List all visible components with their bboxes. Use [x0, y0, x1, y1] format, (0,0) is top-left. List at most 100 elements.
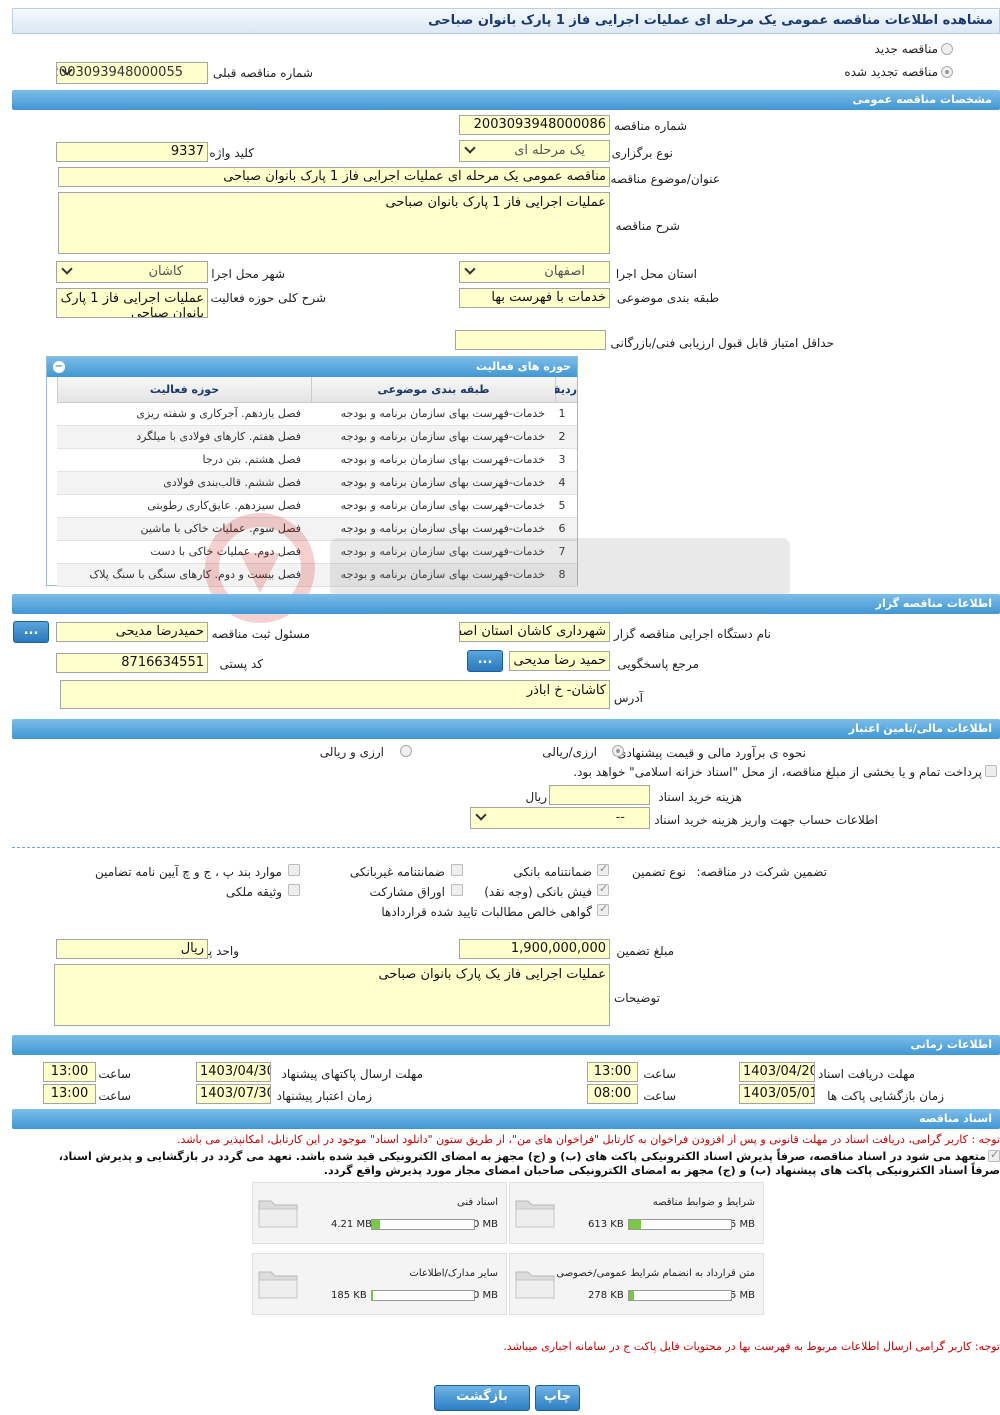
postal-field[interactable]: 8716634551: [56, 653, 208, 673]
registrar-lookup-button[interactable]: ...: [13, 621, 49, 643]
pledge-line-2: صرفاً اسناد الکترونیکی پاکت های پیشنهاد …: [323, 1164, 1000, 1177]
open-time-field[interactable]: 08:00: [587, 1084, 638, 1104]
currency-field[interactable]: ریال: [56, 939, 208, 959]
min-score-field[interactable]: [455, 330, 606, 350]
registrar-field[interactable]: حمیدرضا مدیحی: [56, 622, 208, 642]
city-label: شهر محل اجرا: [211, 267, 285, 281]
submit-time-field[interactable]: 13:00: [43, 1062, 96, 1082]
guarantee-amount-field[interactable]: 1,900,000,000: [459, 939, 610, 959]
min-score-label: حداقل امتیاز قابل قبول ارزیابی فنی/بازرگ…: [610, 336, 834, 350]
document-card[interactable]: متن قرارداد به انضمام شرایط عمومی/خصوصی 5…: [509, 1253, 764, 1315]
chk-receivables[interactable]: [597, 902, 609, 916]
org-field[interactable]: شهرداری کاشان استان اصفهان: [459, 622, 610, 642]
valid-date-field[interactable]: 1403/07/30: [196, 1084, 271, 1104]
chk-bonds[interactable]: [451, 884, 463, 896]
documents-note: توجه : کاربر گرامی، دریافت اسناد در مهلت…: [176, 1133, 1000, 1146]
holding-type-select[interactable]: یک مرحله ای: [459, 140, 610, 162]
keyword-label: کلید واژه: [209, 146, 254, 160]
radio-mixed[interactable]: [400, 745, 412, 757]
col-row-header: ردیف: [548, 377, 577, 403]
row-category: خدمات-فهرست بهای سازمان برنامه و بودجه: [340, 407, 545, 420]
account-select[interactable]: --: [470, 807, 650, 829]
price-list-note: توجه: کاربر گرامی ارسال اطلاعات مربوط به…: [503, 1340, 1000, 1353]
estimate-label: نحوه ی برآورد مالی و قیمت پیشنهادی: [617, 746, 806, 760]
document-card[interactable]: سایر مدارک/اطلاعات 50 MB 185 KB: [252, 1253, 507, 1315]
document-card[interactable]: اسناد فنی 50 MB 4.21 MB: [252, 1182, 507, 1244]
pledge-checkbox[interactable]: [988, 1148, 1000, 1162]
property-label: وثیقه ملکی: [225, 885, 282, 899]
activity-desc-field[interactable]: عملیات اجرایی فاز 1 پارک بانوان صباحی: [56, 288, 208, 318]
treasury-checkbox[interactable]: [985, 765, 997, 777]
chk-clauses[interactable]: [288, 864, 300, 876]
receive-time-field[interactable]: 13:00: [587, 1062, 638, 1082]
document-size: 613 KB: [588, 1219, 624, 1230]
valid-label: زمان اعتبار پیشنهاد: [276, 1089, 372, 1103]
bonds-label: اوراق مشارکت: [369, 885, 445, 899]
city-select[interactable]: کاشان: [56, 261, 208, 283]
registrar-label: مسئول ثبت مناقصه: [211, 627, 310, 641]
holding-type-label: نوع برگزاری: [611, 146, 673, 160]
chevron-down-icon: [464, 263, 476, 275]
section-documents: اسناد مناقصه: [12, 1109, 1000, 1129]
upload-progress-bar: [371, 1219, 475, 1230]
valid-time-label: ساعت: [98, 1089, 131, 1103]
receive-label: مهلت دریافت اسناد: [817, 1067, 915, 1081]
guarantee-desc-field[interactable]: عملیات اجرایی فاز یک پارک بانوان صباحی: [54, 964, 610, 1026]
prev-number-select[interactable]: 2003093948000055: [56, 62, 208, 84]
nonbank-guarantee-label: ضمانتنامه غیربانکی: [349, 865, 445, 879]
table-row: 2 خدمات-فهرست بهای سازمان برنامه و بودجه ف…: [57, 426, 577, 449]
ref-field[interactable]: حمید رضا مدیحی: [509, 651, 610, 671]
chk-nonbank-guarantee[interactable]: [451, 864, 463, 876]
holding-type-value: یک مرحله ای: [514, 143, 585, 158]
chk-property[interactable]: [288, 884, 300, 896]
renewed-tender-label: مناقصه تجدید شده: [844, 65, 938, 79]
category-field[interactable]: خدمات با فهرست بها: [459, 288, 610, 308]
radio-new-tender[interactable]: [941, 43, 953, 55]
guarantee-amount-label: مبلغ تضمین: [616, 944, 674, 958]
receivables-label: گواهی خالص مطالبات تایید شده قراردادها: [381, 905, 592, 919]
radio-rial-label: ارزی/ریالی: [542, 745, 597, 759]
chk-bank-guarantee[interactable]: [597, 862, 609, 876]
account-value: --: [615, 810, 625, 825]
chevron-down-icon: [475, 809, 487, 821]
tender-number-field[interactable]: 2003093948000086: [459, 115, 610, 135]
upload-progress-bar: [628, 1290, 732, 1301]
tender-number-label: شماره مناقصه: [614, 119, 687, 133]
section-organizer: اطلاعات مناقصه گزار: [12, 594, 1000, 614]
submit-time-label: ساعت: [98, 1067, 131, 1081]
address-field[interactable]: کاشان- خ اباذر: [60, 680, 610, 709]
ref-lookup-button[interactable]: ...: [467, 650, 503, 672]
subject-label: عنوان/موضوع مناقصه: [610, 172, 720, 186]
row-category: خدمات-فهرست بهای سازمان برنامه و بودجه: [340, 430, 545, 443]
document-card[interactable]: شرایط و ضوابط مناقصه 5 MB 613 KB: [509, 1182, 764, 1244]
radio-rial[interactable]: [612, 745, 624, 757]
radio-mixed-label: ارزی و ریالی: [319, 745, 384, 759]
description-field[interactable]: عملیات اجرایی فاز 1 پارک بانوان صباحی: [58, 192, 610, 254]
open-time-label: ساعت: [643, 1089, 676, 1103]
upload-progress-bar: [628, 1219, 732, 1230]
upload-progress-fill: [629, 1220, 642, 1229]
province-select[interactable]: اصفهان: [459, 261, 610, 283]
pledge-line-1: متعهد می شود در اسناد مناقصه، صرفاً پذیر…: [58, 1150, 986, 1163]
document-title: سایر مدارک/اطلاعات: [409, 1268, 498, 1279]
radio-renewed-tender[interactable]: [941, 66, 953, 78]
receive-date-field[interactable]: 1403/04/20: [739, 1062, 815, 1082]
document-max-size: 5 MB: [729, 1290, 755, 1301]
print-button[interactable]: چاپ: [535, 1385, 580, 1411]
back-button[interactable]: بازگشت: [434, 1385, 530, 1411]
minus-icon[interactable]: −: [53, 361, 65, 373]
upload-progress-fill: [372, 1220, 381, 1229]
keyword-field[interactable]: 9337: [56, 142, 208, 162]
chk-cash-check[interactable]: [597, 882, 609, 896]
subject-field[interactable]: مناقصه عمومی یک مرحله ای عملیات اجرایی ف…: [58, 167, 610, 187]
open-date-field[interactable]: 1403/05/01: [739, 1084, 815, 1104]
folder-icon: [258, 1200, 298, 1228]
row-field: فصل هفتم. کارهای فولادی با میلگرد: [136, 430, 301, 443]
doc-cost-field[interactable]: [549, 785, 650, 805]
submit-date-field[interactable]: 1403/04/30: [196, 1062, 271, 1082]
new-tender-label: مناقصه جدید: [874, 42, 938, 56]
valid-time-field[interactable]: 13:00: [43, 1084, 96, 1104]
section-timing: اطلاعات زمانی: [12, 1035, 1000, 1055]
ref-label: مرجع پاسخگویی: [617, 657, 699, 671]
row-field: فصل هشتم. بتن درجا: [202, 453, 301, 466]
